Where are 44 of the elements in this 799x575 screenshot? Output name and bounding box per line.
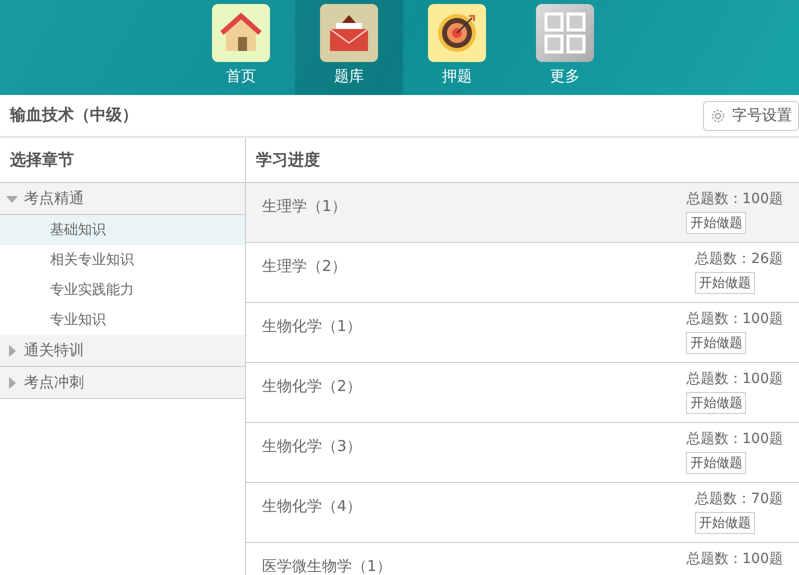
question-count: 总题数：100题	[686, 430, 783, 448]
question-count: 总题数：100题	[686, 310, 783, 328]
progress-heading: 学习进度	[256, 150, 320, 170]
start-button[interactable]: 开始做题	[686, 452, 746, 474]
nav-tab[interactable]: 押题	[403, 0, 511, 95]
page-title: 输血技术（中级）	[10, 105, 138, 126]
chapter-group[interactable]: 考点精通	[0, 183, 245, 215]
question-count: 总题数：70题	[695, 490, 783, 508]
sidebar-heading: 选择章节	[10, 150, 74, 170]
caret-right-icon	[6, 376, 18, 388]
chapter-item[interactable]: 基础知识	[0, 215, 245, 245]
start-button[interactable]: 开始做题	[686, 332, 746, 354]
nav-label: 押题	[442, 67, 472, 86]
nav-tab[interactable]: 更多	[511, 0, 619, 95]
section-name: 生物化学（3）	[262, 437, 362, 457]
start-button[interactable]: 开始做题	[695, 512, 756, 534]
question-count: 总题数：100题	[686, 370, 783, 388]
section-name: 生物化学（1）	[262, 317, 362, 337]
house-icon	[220, 13, 262, 53]
envelope-icon	[328, 15, 370, 51]
target-icon	[436, 12, 478, 54]
caret-right-icon	[6, 344, 18, 356]
section-name: 生理学（1）	[262, 197, 347, 217]
section-name: 医学微生物学（1）	[262, 557, 392, 575]
question-count: 总题数：100题	[686, 190, 783, 208]
gear-icon	[710, 108, 726, 124]
chapter-group[interactable]: 通关特训	[0, 335, 245, 367]
section-name: 生物化学（2）	[262, 377, 362, 397]
start-button[interactable]: 开始做题	[686, 392, 746, 414]
nav-tab[interactable]: 首页	[187, 0, 295, 95]
start-button[interactable]: 开始做题	[695, 272, 756, 294]
question-count: 总题数：100题	[686, 550, 783, 568]
progress-row[interactable]: 生理学（1） 总题数：100题 开始做题	[246, 183, 799, 243]
nav-label: 更多	[550, 67, 580, 86]
font-size-button[interactable]: 字号设置	[703, 100, 799, 130]
start-button[interactable]: 开始做题	[686, 212, 746, 234]
nav-label: 首页	[226, 67, 256, 86]
question-count: 总题数：26题	[695, 250, 783, 268]
nav-label: 题库	[334, 67, 364, 86]
chapter-group[interactable]: 考点冲刺	[0, 367, 245, 399]
nav-tab[interactable]: 题库	[295, 0, 403, 95]
grid-icon	[543, 11, 587, 55]
section-name: 生物化学（4）	[262, 497, 362, 517]
section-name: 生理学（2）	[262, 257, 347, 277]
